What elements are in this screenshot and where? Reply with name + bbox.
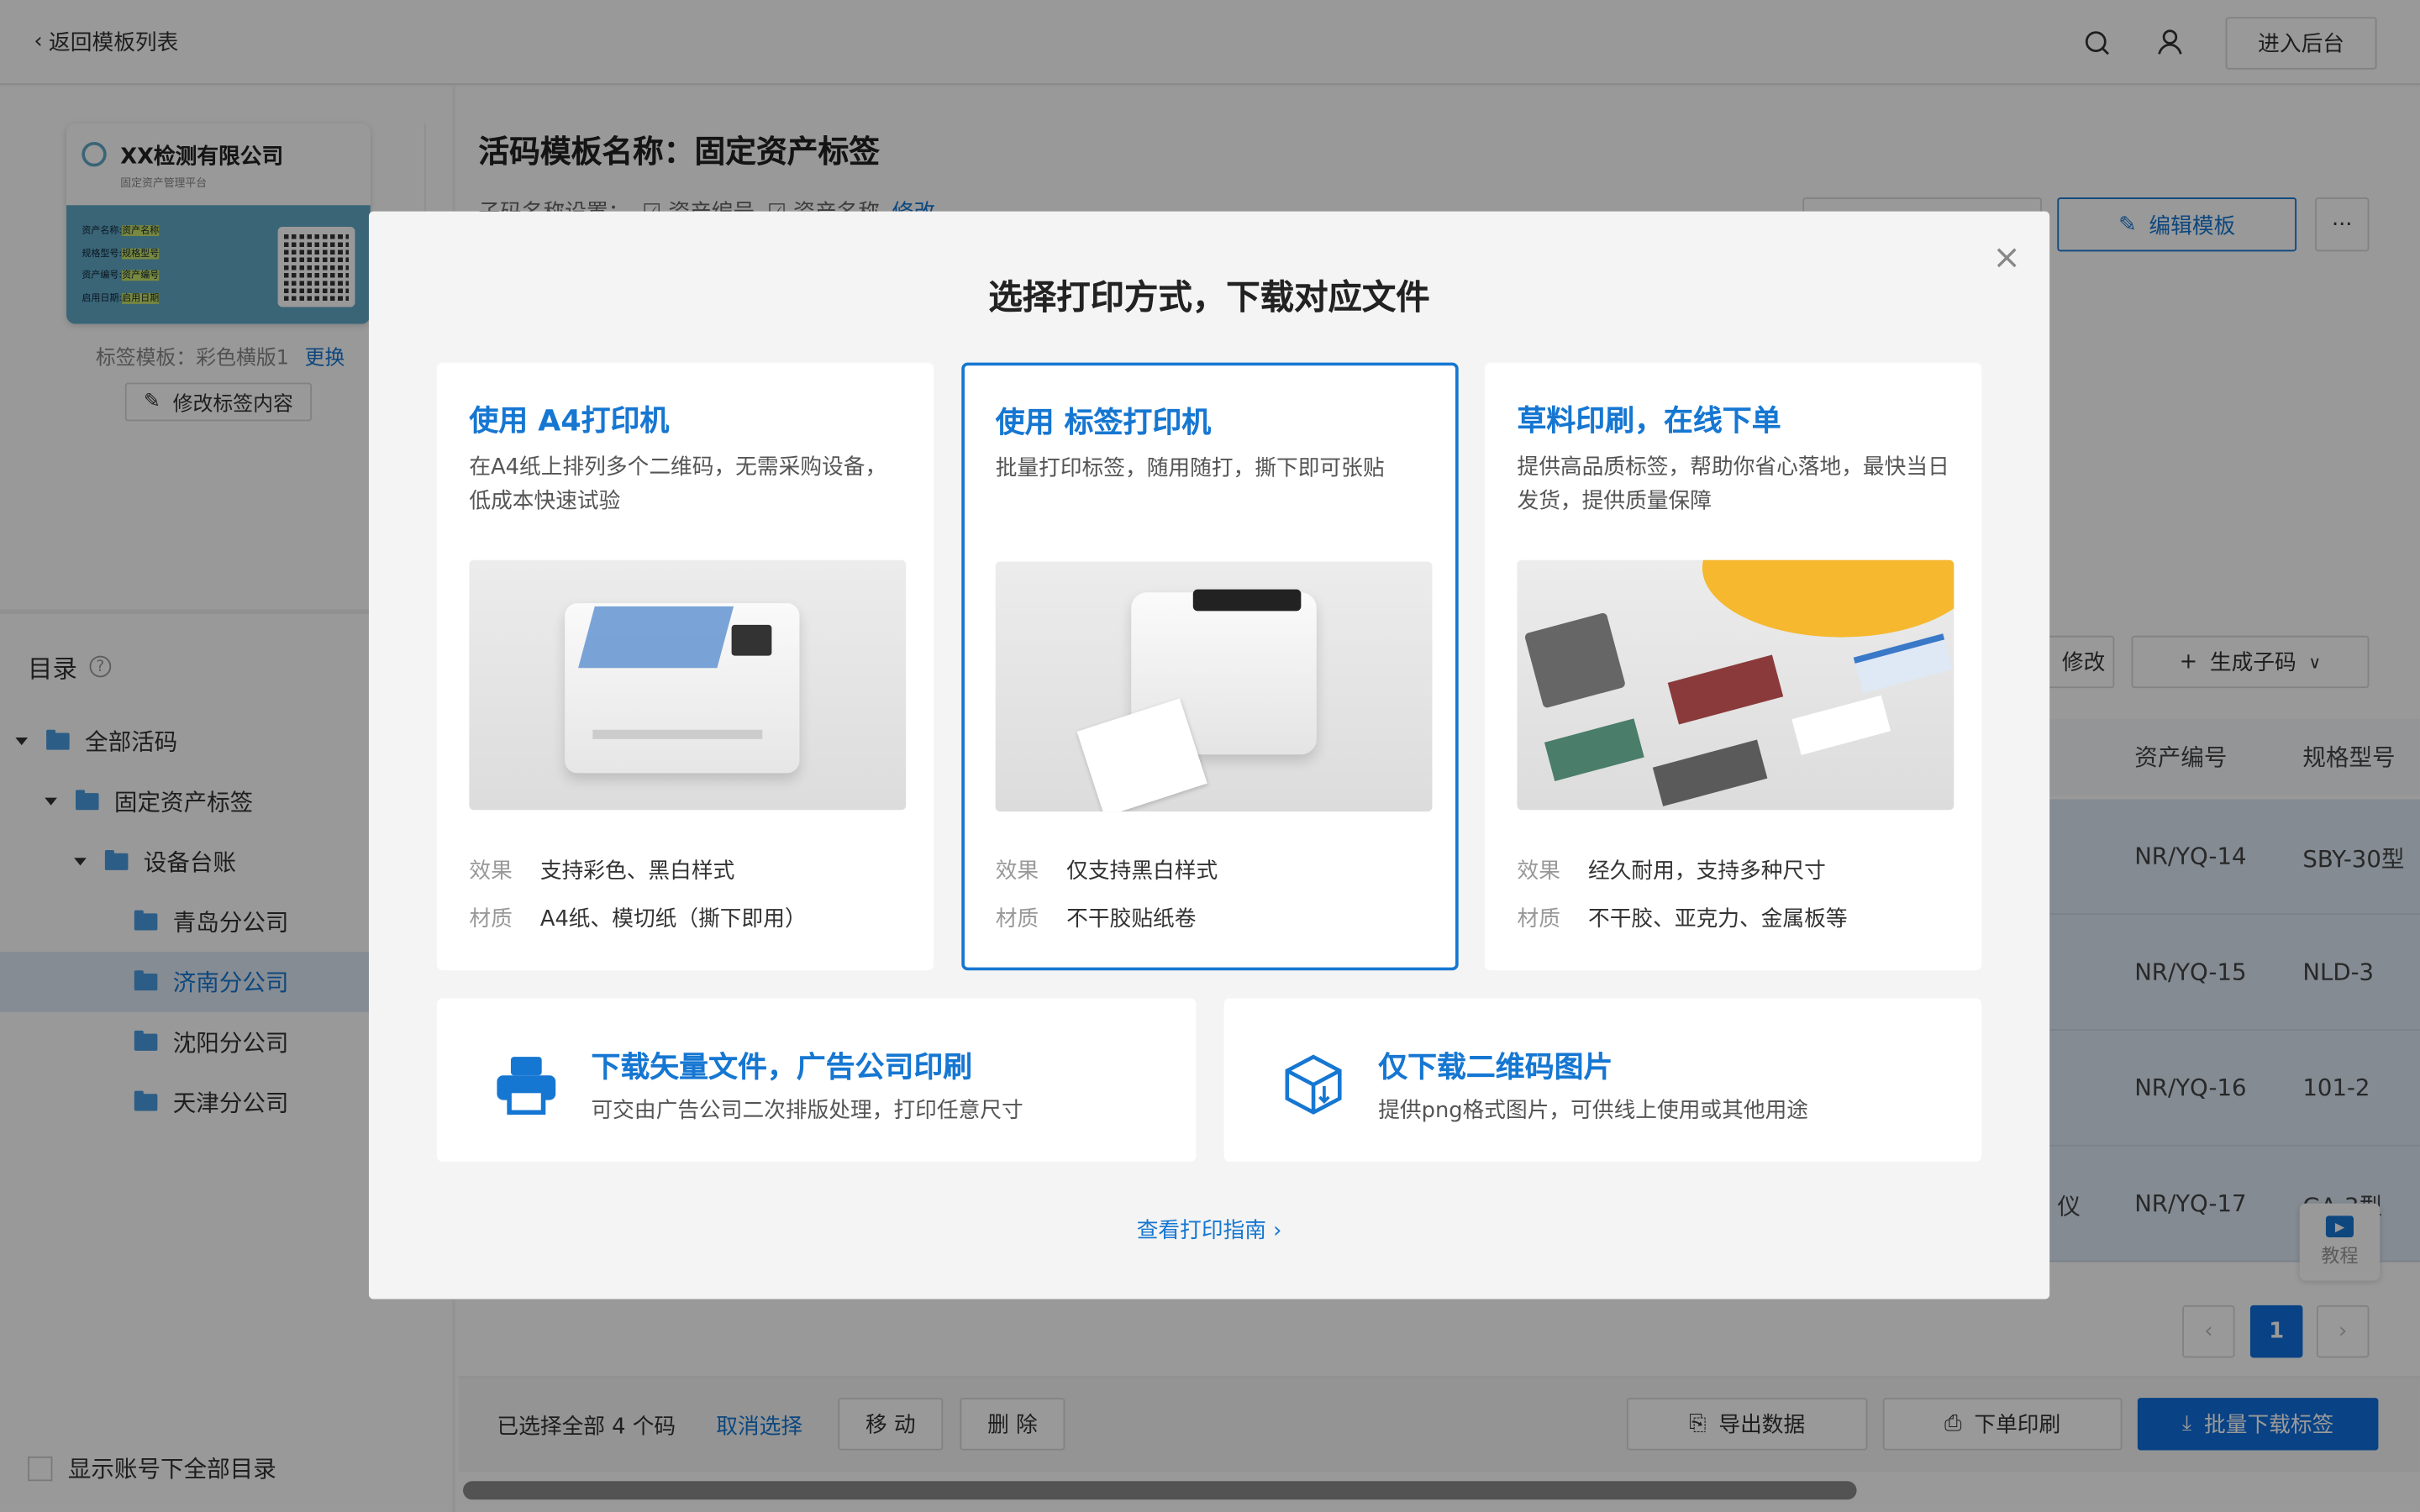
print-guide-label: 查看打印指南: [1136, 1219, 1266, 1244]
option-effect: 效果 仅支持黑白样式: [995, 859, 1218, 885]
download-qr-images-option[interactable]: 仅下载二维码图片 提供png格式图片，可供线上使用或其他用途: [1223, 998, 1982, 1163]
option-material: 材质 A4纸、模切纸（撕下即用）: [469, 906, 807, 932]
option-material: 材质 不干胶、亚克力、金属板等: [1517, 906, 1848, 932]
option-effect: 效果 支持彩色、黑白样式: [469, 859, 735, 885]
printed-labels-image: [1517, 559, 1954, 811]
download-option-title: 仅下载二维码图片: [1378, 1050, 1613, 1085]
option-effect: 效果 经久耐用，支持多种尺寸: [1517, 859, 1826, 885]
close-icon[interactable]: ×: [1992, 239, 2021, 278]
option-label-printer[interactable]: 使用 标签打印机 批量打印标签，随用随打，撕下即可张贴 效果 仅支持黑白样式 材质…: [961, 362, 1459, 971]
option-desc: 在A4纸上排列多个二维码，无需采购设备，低成本快速试验: [469, 454, 887, 514]
modal-title: 选择打印方式，下载对应文件: [988, 279, 1430, 318]
download-option-desc: 可交由广告公司二次排版处理，打印任意尺寸: [591, 1098, 1023, 1124]
print-guide-link[interactable]: 查看打印指南 ›: [369, 1215, 2049, 1246]
option-material: 材质 不干胶贴纸卷: [995, 906, 1197, 932]
printer-icon: [497, 1057, 556, 1116]
download-option-title: 下载矢量文件，广告公司印刷: [591, 1050, 973, 1085]
option-title: 草料印刷，在线下单: [1517, 404, 1781, 438]
option-title: 使用 A4打印机: [469, 404, 670, 438]
option-desc: 提供高品质标签，帮助你省心落地，最快当日发货，提供质量保障: [1517, 454, 1949, 514]
download-option-desc: 提供png格式图片，可供线上使用或其他用途: [1378, 1098, 1809, 1124]
option-title: 使用 标签打印机: [995, 406, 1212, 440]
label-printer-image: [995, 561, 1433, 812]
download-vector-files-option[interactable]: 下载矢量文件，广告公司印刷 可交由广告公司二次排版处理，打印任意尺寸: [436, 998, 1197, 1163]
chevron-right-icon: ›: [1273, 1219, 1282, 1244]
box-download-icon: [1285, 1054, 1342, 1115]
option-a4-printer[interactable]: 使用 A4打印机 在A4纸上排列多个二维码，无需采购设备，低成本快速试验 效果支…: [436, 362, 934, 971]
option-online-print-order[interactable]: 草料印刷，在线下单 提供高品质标签，帮助你省心落地，最快当日发货，提供质量保障 …: [1484, 362, 1982, 971]
option-desc: 批量打印标签，随用随打，撕下即可张贴: [995, 456, 1385, 482]
a4-printer-image: [469, 559, 907, 811]
print-method-modal: 选择打印方式，下载对应文件 × 使用 A4打印机 在A4纸上排列多个二维码，无需…: [368, 211, 2050, 1299]
